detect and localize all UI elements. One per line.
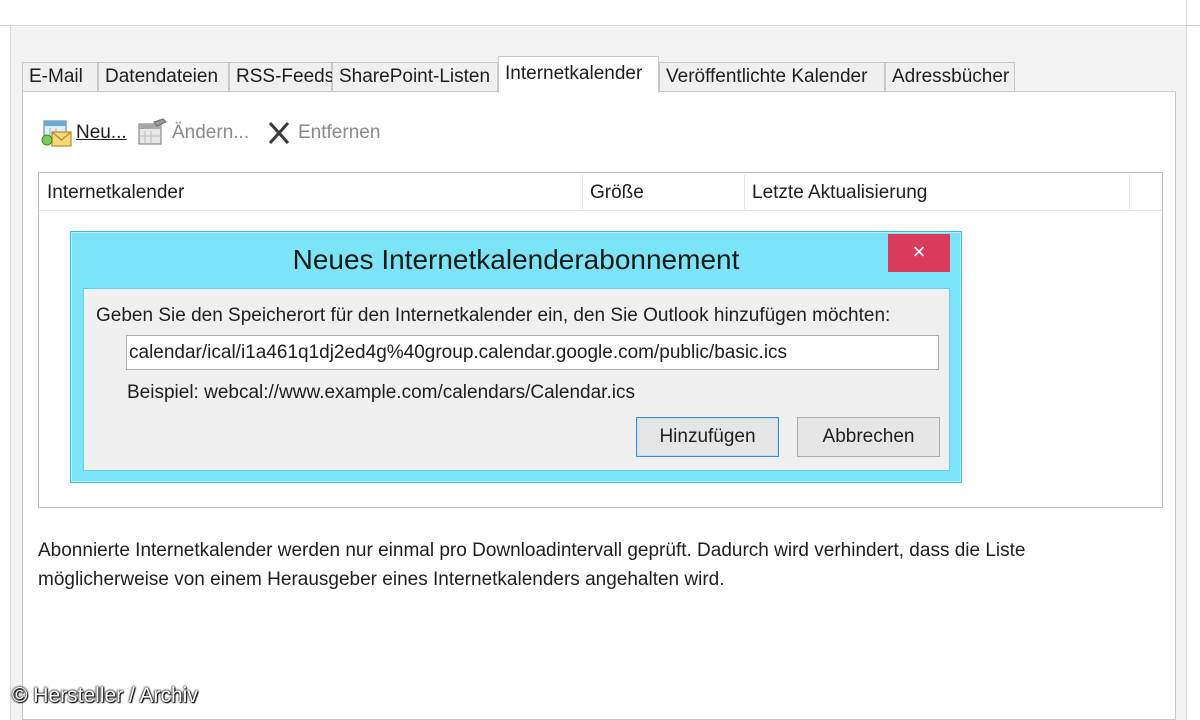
example-text: Beispiel: webcal://www.example.com/calen… — [127, 382, 635, 403]
tab-address-books[interactable]: Adressbücher — [885, 62, 1015, 92]
new-button[interactable]: Neu... — [40, 116, 127, 150]
info-line-2: möglicherweise von einem Herausgeber ein… — [38, 569, 725, 590]
column-header-size[interactable]: Größe — [590, 182, 644, 204]
column-divider — [1129, 175, 1130, 209]
add-button[interactable]: Hinzufügen — [636, 417, 779, 457]
window-border-right — [1186, 0, 1187, 720]
info-text: Abonnierte Internetkalender werden nur e… — [38, 536, 1158, 594]
tab-email[interactable]: E-Mail — [22, 62, 98, 92]
tab-sharepoint-lists[interactable]: SharePoint-Listen — [332, 62, 498, 92]
change-button[interactable]: Ändern... — [136, 116, 249, 150]
info-line-1: Abonnierte Internetkalender werden nur e… — [38, 540, 1026, 561]
x-delete-icon — [266, 118, 294, 148]
new-internet-calendar-dialog: Neues Internetkalenderabonnement × Geben… — [70, 231, 962, 483]
remove-button[interactable]: Entfernen — [266, 116, 380, 150]
copyright-watermark: © Hersteller / Archiv — [12, 684, 198, 707]
calendar-url-input[interactable] — [126, 335, 939, 370]
column-header-last-update[interactable]: Letzte Aktualisierung — [752, 182, 927, 204]
column-divider — [744, 175, 745, 209]
cancel-button[interactable]: Abbrechen — [797, 417, 940, 457]
dialog-body: Geben Sie den Speicherort für den Intern… — [83, 288, 950, 471]
calendar-edit-icon — [136, 118, 168, 148]
tab-published-calendars[interactable]: Veröffentlichte Kalender — [659, 62, 885, 92]
remove-button-label: Entfernen — [298, 122, 381, 143]
window-border-left — [10, 26, 11, 720]
location-prompt: Geben Sie den Speicherort für den Intern… — [96, 305, 891, 326]
column-divider — [582, 175, 583, 209]
dialog-title: Neues Internetkalenderabonnement — [292, 244, 740, 275]
close-button[interactable]: × — [888, 234, 950, 272]
tab-internet-calendars[interactable]: Internetkalender — [498, 56, 659, 93]
list-header: Internetkalender Größe Letzte Aktualisie… — [39, 173, 1162, 211]
new-button-label: Neu... — [76, 122, 127, 143]
change-button-label: Ändern... — [172, 122, 250, 143]
top-window-strip — [0, 0, 1200, 26]
calendar-envelope-icon — [40, 118, 72, 148]
column-header-calendar[interactable]: Internetkalender — [47, 182, 184, 204]
tab-data-files[interactable]: Datendateien — [98, 62, 229, 92]
tab-rss-feeds[interactable]: RSS-Feeds — [229, 62, 334, 92]
